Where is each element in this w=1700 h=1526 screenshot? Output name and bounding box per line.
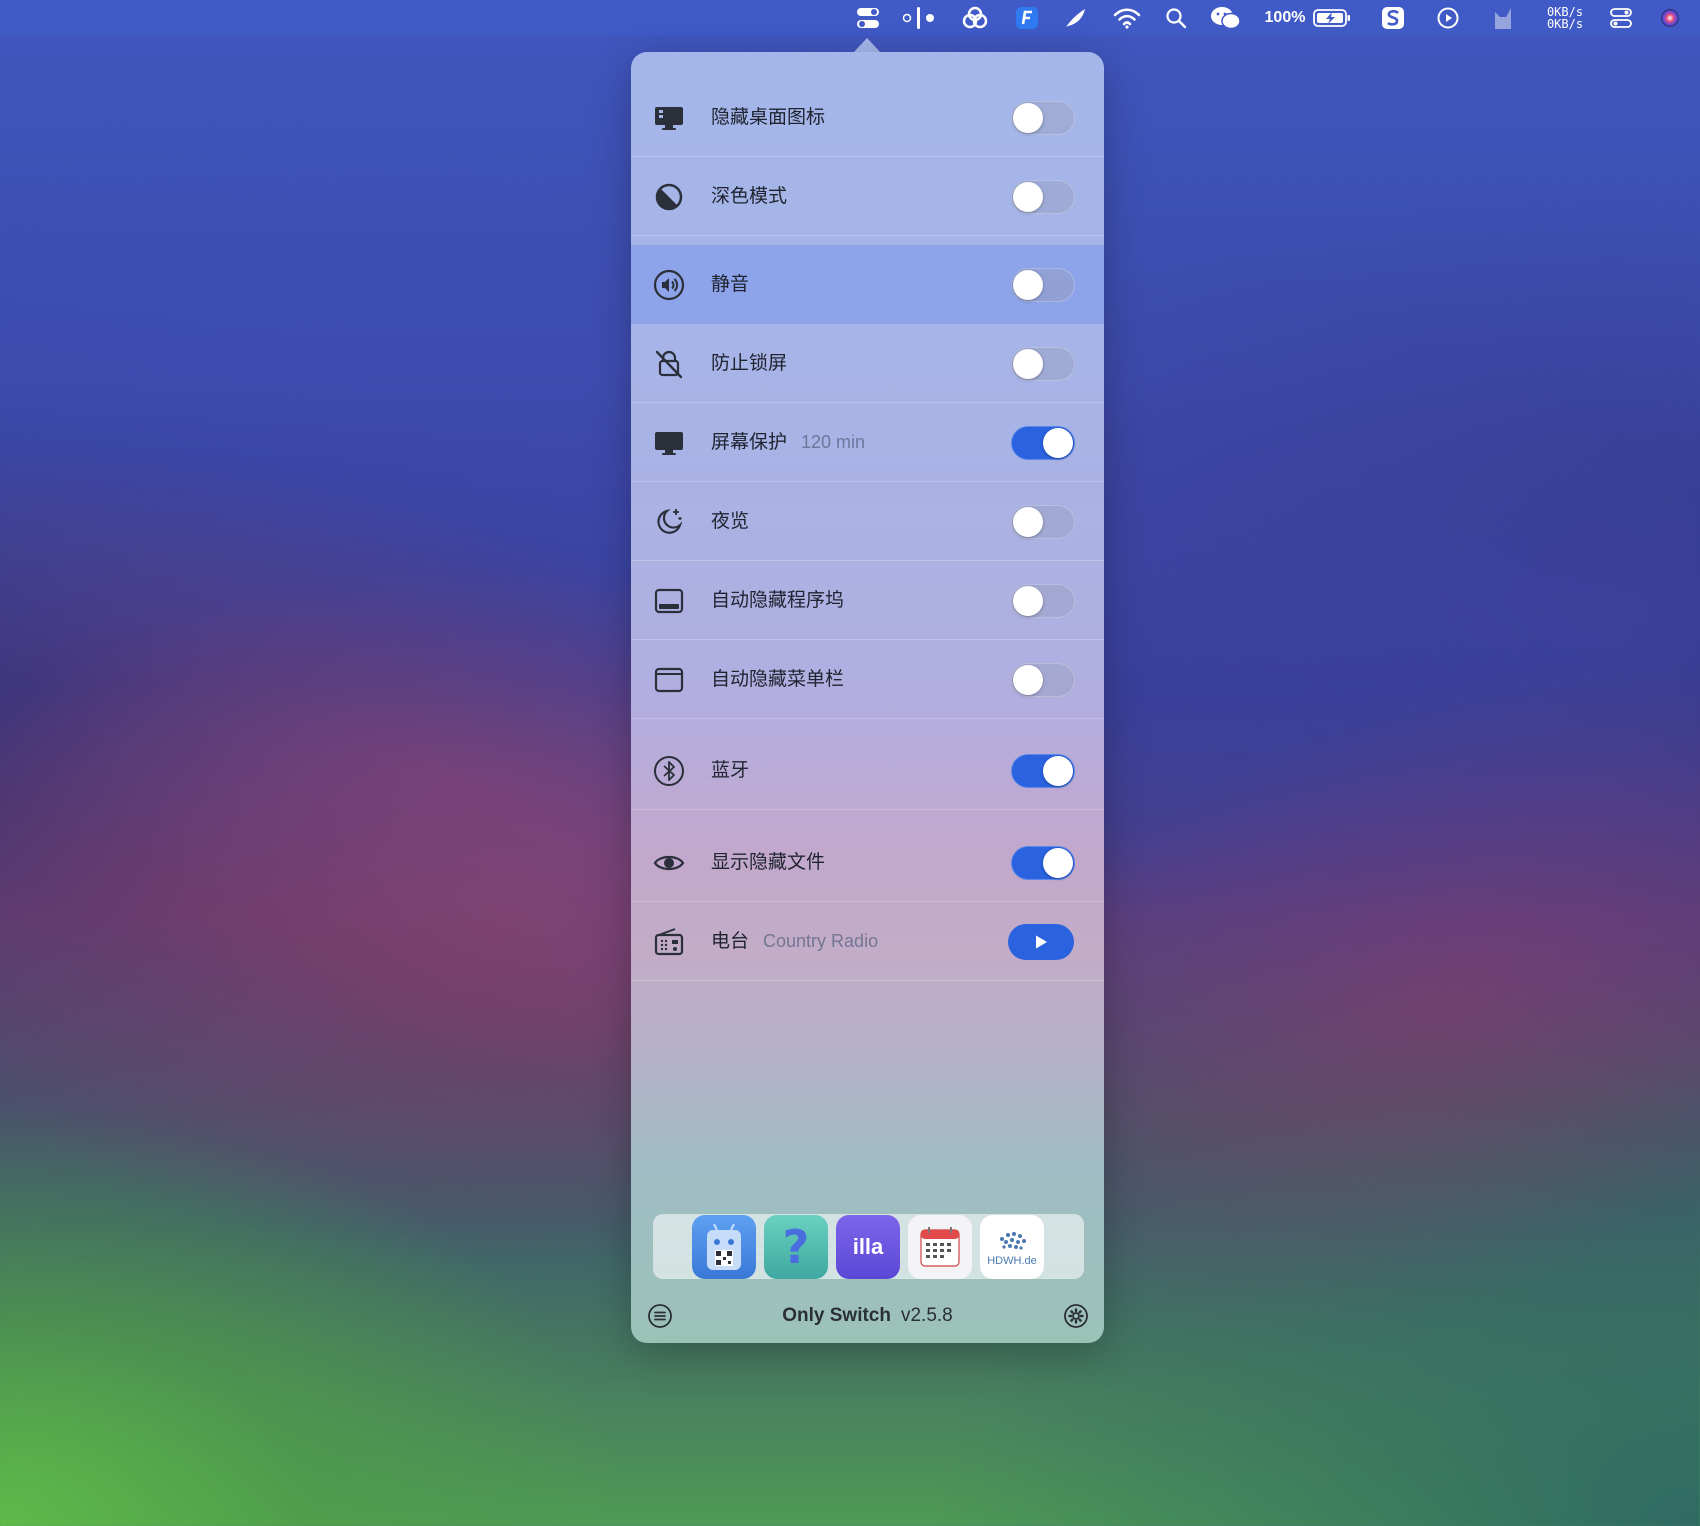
show-hidden-files-toggle[interactable]	[1011, 846, 1075, 880]
desktop-icon	[653, 102, 685, 134]
screensaver-toggle[interactable]	[1011, 426, 1075, 460]
help-app-icon[interactable]: ?	[764, 1215, 828, 1279]
play-icon	[1036, 935, 1047, 949]
toggle-row-autohide-menubar[interactable]: 自动隐藏菜单栏	[631, 640, 1104, 719]
radio-play-button[interactable]	[1008, 924, 1074, 960]
siri-icon[interactable]	[1658, 0, 1682, 35]
battery-percent[interactable]: 100%	[1262, 0, 1308, 35]
network-speed[interactable]: 0KB/s 0KB/s	[1540, 0, 1590, 35]
row-label: 防止锁屏	[711, 352, 788, 374]
row-label: 隐藏桌面图标	[711, 106, 826, 128]
row-label: 静音	[711, 273, 750, 295]
dark-mode-toggle[interactable]	[1011, 180, 1075, 214]
app-launcher-strip: ? illa HDWH.de	[653, 1214, 1084, 1279]
row-label: 自动隐藏菜单栏	[711, 668, 845, 690]
prevent-lock-toggle[interactable]	[1011, 347, 1075, 381]
search-icon[interactable]	[1164, 0, 1188, 35]
sogou-icon[interactable]	[1380, 0, 1406, 35]
control-center-icon[interactable]	[1609, 0, 1633, 35]
switch-icon[interactable]	[855, 0, 881, 35]
moon-icon	[653, 506, 685, 538]
brain-icon	[1000, 1232, 1026, 1250]
toggle-row-show-hidden-files[interactable]: 显示隐藏文件	[631, 823, 1104, 902]
popover-footer: Only Switch v2.5.8	[631, 1292, 1104, 1340]
app-version: v2.5.8	[900, 1305, 953, 1326]
illa-app-icon[interactable]: illa	[836, 1215, 900, 1279]
robot-qr-app-icon[interactable]	[692, 1215, 756, 1279]
app-title: Only Switch v2.5.8	[782, 1305, 953, 1326]
row-label: 自动隐藏程序坞	[711, 589, 845, 611]
display-icon	[653, 427, 685, 459]
menu-bar: 100% 0KB/s 0KB/s	[0, 0, 1700, 35]
toggle-row-mute[interactable]: 静音	[631, 245, 1104, 324]
autohide-menubar-toggle[interactable]	[1011, 663, 1075, 697]
hide-desktop-icons-toggle[interactable]	[1011, 101, 1075, 135]
bluetooth-icon	[653, 755, 685, 787]
menu-list-icon[interactable]	[647, 1303, 673, 1329]
row-label: 蓝牙	[711, 759, 750, 781]
mute-toggle[interactable]	[1011, 268, 1075, 302]
row-label: 夜览	[711, 510, 750, 532]
toggle-row-autohide-dock[interactable]: 自动隐藏程序坞	[631, 561, 1104, 640]
toggle-row-night-shift[interactable]: 夜览	[631, 482, 1104, 561]
bartender-icon[interactable]	[902, 0, 936, 35]
toggle-row-dark-mode[interactable]: 深色模式	[631, 157, 1104, 236]
settings-gear-icon[interactable]	[1063, 1303, 1089, 1329]
cloud-icon[interactable]	[960, 0, 990, 35]
night-shift-toggle[interactable]	[1011, 505, 1075, 539]
app-f-icon[interactable]	[1014, 0, 1040, 35]
row-label: 深色模式	[711, 185, 788, 207]
hdwh-app-icon[interactable]: HDWH.de	[980, 1215, 1044, 1279]
screensaver-duration: 120 min	[801, 432, 866, 452]
toggle-row-bluetooth[interactable]: 蓝牙	[631, 731, 1104, 810]
radio-icon	[653, 926, 685, 958]
toggle-row-prevent-lock[interactable]: 防止锁屏	[631, 324, 1104, 403]
wechat-icon[interactable]	[1210, 0, 1242, 35]
dock-icon	[653, 585, 685, 617]
menubar-window-icon	[653, 664, 685, 696]
radio-station-name: Country Radio	[763, 931, 879, 951]
battery-icon[interactable]	[1312, 0, 1352, 35]
autohide-dock-toggle[interactable]	[1011, 584, 1075, 618]
bluetooth-toggle[interactable]	[1011, 754, 1075, 788]
row-label: 屏幕保护 120 min	[711, 431, 866, 453]
row-label: 显示隐藏文件	[711, 851, 826, 873]
dark-mode-icon	[653, 181, 685, 213]
toggle-row-hide-desktop-icons[interactable]: 隐藏桌面图标	[631, 78, 1104, 157]
toggle-row-screensaver[interactable]: 屏幕保护 120 min	[631, 403, 1104, 482]
wifi-icon[interactable]	[1112, 0, 1142, 35]
cat-icon[interactable]	[1490, 0, 1516, 35]
radio-row[interactable]: 电台 Country Radio	[631, 902, 1104, 981]
row-label: 电台 Country Radio	[711, 930, 879, 952]
calendar-app-icon[interactable]	[908, 1215, 972, 1279]
only-switch-popover: 隐藏桌面图标 深色模式 静音 防止锁屏 屏幕保护 120 min 夜览 自动隐藏…	[631, 52, 1104, 1343]
eye-icon	[653, 847, 685, 879]
feather-icon[interactable]	[1062, 0, 1088, 35]
speaker-icon	[653, 269, 685, 301]
lock-slash-icon	[653, 348, 685, 380]
play-circle-icon[interactable]	[1436, 0, 1460, 35]
